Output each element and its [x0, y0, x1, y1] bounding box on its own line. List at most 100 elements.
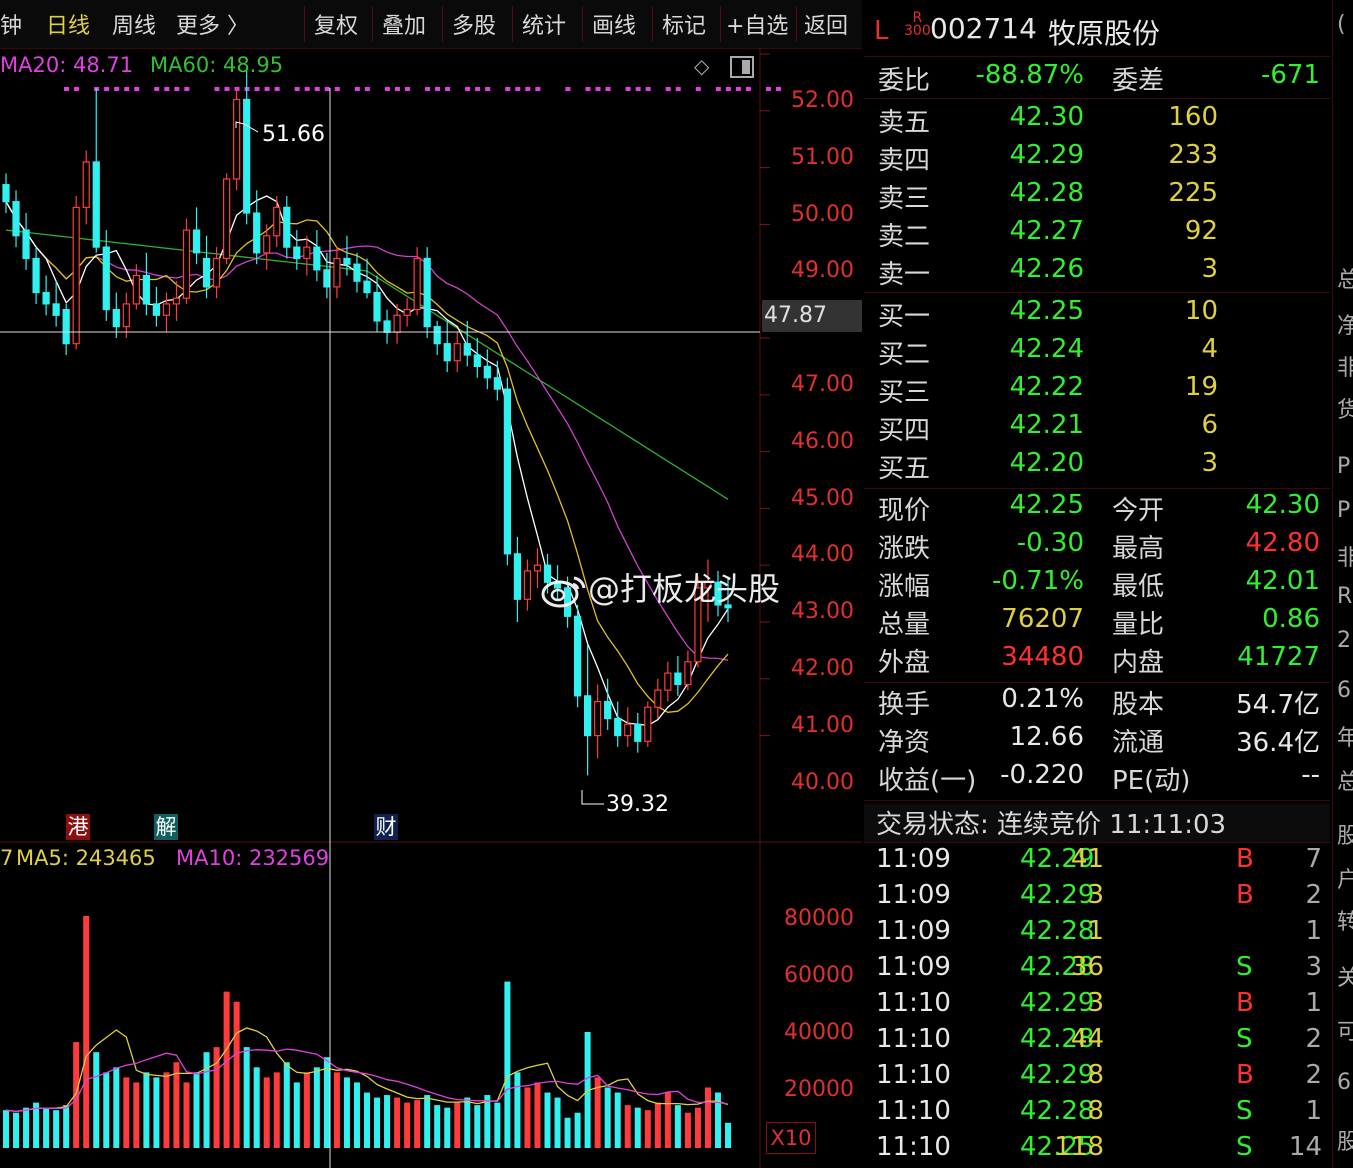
candle-body	[463, 343, 471, 356]
volume-bar	[303, 1072, 310, 1148]
volume-bar	[564, 1117, 571, 1148]
clipped-label: 6	[1337, 678, 1351, 703]
toolbar-divider	[652, 6, 653, 42]
candle-body	[192, 229, 201, 254]
event-dot	[74, 87, 80, 91]
event-dot	[124, 87, 130, 91]
ask-level-row[interactable]: 卖五 42.30 160	[864, 102, 1330, 140]
candle-body	[253, 212, 261, 254]
volume-bar	[253, 1067, 260, 1148]
volume-bar	[283, 1062, 290, 1148]
toolbar-divider	[720, 6, 721, 42]
volume-bar	[384, 1095, 391, 1148]
candle-body	[383, 320, 391, 333]
hk-connect-marker[interactable]: 港	[66, 814, 90, 840]
ask-level-row[interactable]: 卖四 42.29 233	[864, 140, 1330, 178]
candle-body	[92, 161, 100, 248]
candle-body	[403, 309, 411, 316]
event-dot	[164, 87, 170, 91]
tick-row: 11:09 42.29 3 B 2	[876, 880, 1322, 910]
clipped-label: 非	[1337, 350, 1353, 382]
toolbar-weekly[interactable]: 周线	[112, 8, 156, 40]
volume-bar	[484, 1095, 491, 1148]
volume-tick-label: 40000	[784, 1020, 854, 1045]
toolbar-more[interactable]: 更多 〉	[176, 8, 249, 40]
bid-level-row[interactable]: 买一 42.25 10	[864, 296, 1330, 334]
toolbar-daily[interactable]: 日线	[46, 8, 90, 40]
volume-bar	[654, 1102, 661, 1148]
event-dot	[605, 87, 611, 91]
volume-bar	[514, 1072, 521, 1148]
volume-tick-label: 80000	[784, 906, 854, 931]
toolbar-divider	[442, 6, 443, 42]
quote-stat-row: 现价 42.25 今开 42.30	[878, 490, 1320, 526]
bid-level-row[interactable]: 买五 42.20 3	[864, 448, 1330, 486]
toolbar-overlay[interactable]: 叠加	[382, 8, 426, 40]
candle-body	[363, 280, 371, 294]
candle-body	[584, 695, 592, 737]
candle-body	[604, 700, 612, 720]
event-dot	[525, 87, 531, 91]
ask-level-row[interactable]: 卖一 42.26 3	[864, 254, 1330, 292]
candle-body	[273, 206, 281, 237]
clipped-label: 转	[1337, 904, 1353, 936]
candle-body	[433, 326, 441, 345]
event-dot	[64, 87, 70, 91]
candle-body	[493, 377, 501, 390]
toolbar-draw[interactable]: 画线	[592, 8, 636, 40]
candle-body	[313, 246, 321, 271]
tick-row: 11:10 42.28 44 S 2	[876, 1024, 1322, 1054]
volume-bar	[634, 1107, 641, 1148]
price-tick-label: 47.00	[791, 372, 854, 397]
finance-report-marker[interactable]: 财	[374, 814, 398, 840]
event-dot	[314, 87, 320, 91]
volume-bar	[434, 1105, 441, 1148]
volume-bar	[33, 1102, 40, 1148]
vol-legend-prefix: 7	[0, 846, 14, 870]
volume-bar	[614, 1092, 621, 1148]
clipped-label: 非	[1337, 540, 1353, 572]
candle-body	[674, 672, 682, 686]
fundamental-row: 净资 12.66 流通 36.4亿	[878, 722, 1320, 758]
bid-level-row[interactable]: 买三 42.22 19	[864, 372, 1330, 410]
event-dot	[485, 87, 491, 91]
event-dot	[645, 87, 651, 91]
event-dot	[745, 87, 751, 91]
toolbar-multi-stock[interactable]: 多股	[452, 8, 496, 40]
volume-bar	[394, 1097, 401, 1148]
volume-bar	[133, 1082, 140, 1148]
toolbar-mark[interactable]: 标记	[662, 8, 706, 40]
event-dot	[174, 87, 180, 91]
candle-body	[2, 184, 10, 203]
ask-level-row[interactable]: 卖三 42.28 225	[864, 178, 1330, 216]
clipped-side-panel: ( 总净非货PP非R26年总股户转关可6股	[1332, 0, 1353, 1168]
toolbar-adjust[interactable]: 复权	[314, 8, 358, 40]
toolbar-back[interactable]: 返回	[804, 8, 848, 40]
clipped-label: 关	[1337, 960, 1353, 992]
candle-body	[624, 723, 632, 737]
volume-bar	[273, 1072, 280, 1148]
volume-bar	[624, 1105, 631, 1148]
candle-body	[303, 246, 311, 260]
candle-body	[162, 303, 171, 316]
event-dot	[635, 87, 641, 91]
volume-bar	[444, 1107, 451, 1148]
clipped-label: 股	[1337, 818, 1353, 850]
margin-flag: L	[874, 16, 889, 46]
kline-chart-area[interactable]: MA20: 48.71 MA60: 48.95 ◇ 51.66 39.32 52…	[0, 48, 862, 1168]
volume-bar	[123, 1077, 130, 1148]
volume-bar	[323, 1057, 330, 1148]
candle-body	[22, 229, 30, 260]
volume-bar	[153, 1077, 160, 1148]
event-dot	[725, 87, 731, 91]
toolbar-minute[interactable]: 钟	[0, 8, 22, 40]
ask-level-row[interactable]: 卖二 42.27 92	[864, 216, 1330, 254]
bid-level-row[interactable]: 买二 42.24 4	[864, 334, 1330, 372]
toolbar-stats[interactable]: 统计	[522, 8, 566, 40]
toolbar-add-watchlist[interactable]: +自选	[726, 8, 788, 40]
volume-bar	[674, 1105, 681, 1148]
clipped-label: 净	[1337, 308, 1353, 340]
unlock-marker[interactable]: 解	[154, 814, 178, 840]
candle-body	[102, 246, 110, 311]
bid-level-row[interactable]: 买四 42.21 6	[864, 410, 1330, 448]
